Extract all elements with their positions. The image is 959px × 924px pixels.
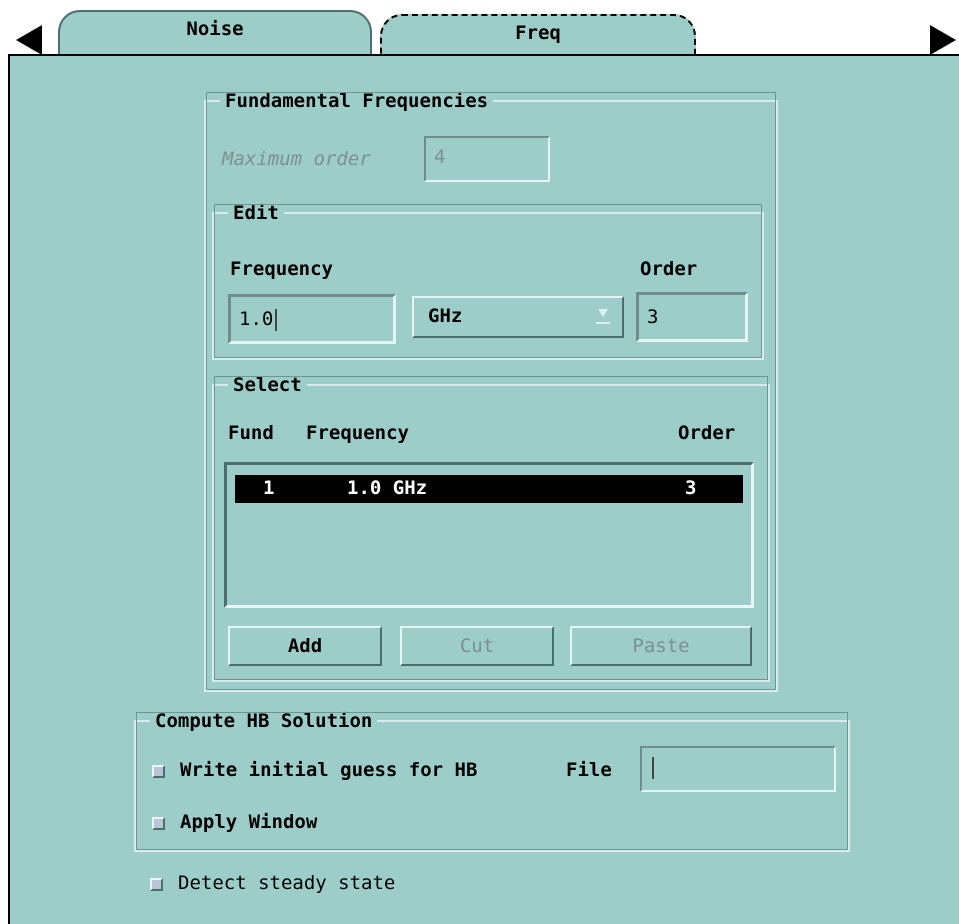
maximum-order-label: Maximum order <box>222 148 371 170</box>
fundamental-frequencies-legend: Fundamental Frequencies <box>225 90 489 112</box>
maximum-order-value: 4 <box>434 146 446 168</box>
paste-button[interactable]: Paste <box>570 626 752 666</box>
order-input[interactable]: 3 <box>636 292 748 342</box>
order-input-value: 3 <box>647 306 659 328</box>
tab-freq-label: Freq <box>515 22 561 44</box>
cut-button[interactable]: Cut <box>400 626 554 666</box>
file-label: File <box>566 759 612 781</box>
frequency-label: Frequency <box>230 258 333 280</box>
edit-legend: Edit <box>233 202 279 224</box>
tab-freq[interactable]: Freq <box>380 14 696 58</box>
tab-noise[interactable]: Noise <box>58 10 372 58</box>
list-item[interactable]: 1 1.0 GHz 3 <box>235 475 743 503</box>
detect-steady-state-checkbox[interactable] <box>150 878 163 891</box>
fundamentals-list[interactable]: 1 1.0 GHz 3 <box>224 462 754 608</box>
apply-window-checkbox[interactable] <box>152 817 165 830</box>
unit-select[interactable]: GHz <box>412 296 624 338</box>
detect-steady-state-label: Detect steady state <box>178 872 396 894</box>
add-button-label: Add <box>287 635 323 657</box>
compute-hb-solution-legend: Compute HB Solution <box>155 710 373 732</box>
frequency-input-value: 1.0 <box>239 308 274 330</box>
order-label: Order <box>640 258 698 280</box>
tab-noise-label: Noise <box>186 18 244 40</box>
text-caret <box>652 756 654 779</box>
scroll-tabs-right-icon[interactable] <box>930 25 956 55</box>
freq-panel: Fundamental Frequencies Maximum order 4 … <box>8 54 959 924</box>
unit-select-value: GHz <box>428 305 463 327</box>
paste-button-label: Paste <box>632 635 690 657</box>
frequency-input[interactable]: 1.0 <box>228 294 396 344</box>
column-header-fund: Fund <box>228 422 274 444</box>
select-legend: Select <box>233 374 302 396</box>
column-header-frequency: Frequency <box>306 422 409 444</box>
write-initial-guess-label: Write initial guess for HB <box>180 759 478 781</box>
row-fund: 1 <box>263 477 275 499</box>
apply-window-label: Apply Window <box>180 811 318 833</box>
chevron-down-icon <box>596 308 610 324</box>
file-input[interactable] <box>640 746 836 792</box>
add-button[interactable]: Add <box>228 626 382 666</box>
row-order: 3 <box>685 477 697 499</box>
text-caret <box>275 308 278 331</box>
scroll-tabs-left-icon[interactable] <box>16 25 42 55</box>
cut-button-label: Cut <box>459 635 495 657</box>
maximum-order-field: 4 <box>424 136 550 182</box>
row-frequency: 1.0 GHz <box>347 477 428 499</box>
write-initial-guess-checkbox[interactable] <box>152 765 165 778</box>
column-header-order: Order <box>678 422 736 444</box>
